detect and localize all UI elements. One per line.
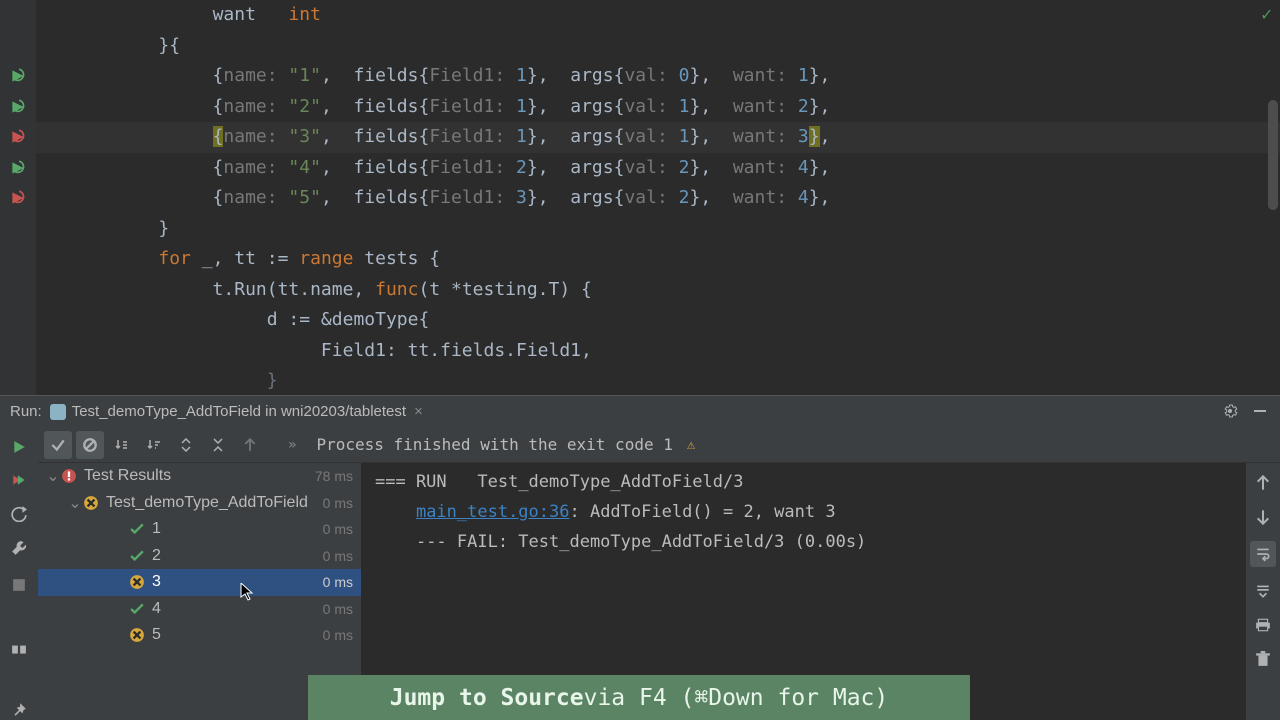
code-line[interactable]: {name: "5", fields{Field1: 3}, args{val:… — [36, 183, 1280, 214]
hint-bold: Jump to Source — [390, 685, 584, 711]
code-line[interactable]: {name: "3", fields{Field1: 1}, args{val:… — [36, 122, 1280, 153]
print-icon[interactable] — [1253, 615, 1273, 635]
collapse-all-icon[interactable] — [204, 431, 232, 459]
gutter-run-icon[interactable] — [0, 244, 36, 275]
gopher-icon — [50, 404, 66, 420]
tree-item[interactable]: 20 ms — [38, 543, 361, 570]
gutter-run-icon[interactable] — [0, 214, 36, 245]
editor-area: want int }{ {name: "1", fields{Field1: 1… — [0, 0, 1280, 395]
tree-item[interactable]: 10 ms — [38, 516, 361, 543]
console-msg: : AddToField() = 2, want 3 — [569, 502, 835, 522]
layout-icon[interactable] — [9, 639, 29, 659]
code-area[interactable]: want int }{ {name: "1", fields{Field1: 1… — [36, 0, 1280, 395]
tree-item[interactable]: 30 ms — [38, 569, 361, 596]
gutter-run-icon[interactable] — [0, 153, 36, 184]
code-line[interactable]: d := &demoType{ — [36, 305, 1280, 336]
pin-icon[interactable] — [9, 700, 29, 720]
code-line[interactable]: {name: "1", fields{Field1: 1}, args{val:… — [36, 61, 1280, 92]
sort-duration-icon[interactable] — [140, 431, 168, 459]
console-run-label: === RUN — [375, 472, 447, 492]
gutter-run-icon[interactable] — [0, 0, 36, 31]
gutter-run-icon[interactable] — [0, 366, 36, 397]
hint-banner: Jump to Source via F4 (⌘Down for Mac) — [308, 675, 970, 720]
run-left-toolbar — [0, 427, 38, 720]
gutter-run-icon[interactable] — [0, 305, 36, 336]
down-icon[interactable] — [1253, 507, 1273, 527]
stop-icon[interactable] — [9, 575, 29, 595]
soft-wrap-icon[interactable] — [1250, 541, 1276, 567]
console-right-toolbar — [1246, 463, 1280, 720]
scroll-end-icon[interactable] — [1253, 581, 1273, 601]
editor-gutter — [0, 0, 36, 395]
run-config-name[interactable]: Test_demoType_AddToField in wni20203/tab… — [72, 403, 406, 420]
code-line[interactable]: t.Run(tt.name, func(t *testing.T) { — [36, 275, 1280, 306]
console-fail: --- FAIL: Test_demoType_AddToField/3 (0.… — [416, 532, 866, 552]
run-icon[interactable] — [9, 437, 29, 457]
rerun-failed-icon[interactable] — [9, 471, 29, 491]
test-toolbar: » Process finished with the exit code 1 … — [38, 427, 1280, 463]
mouse-cursor — [240, 583, 254, 601]
gutter-run-icon[interactable] — [0, 61, 36, 92]
tree-item[interactable]: 40 ms — [38, 596, 361, 623]
hint-rest: via F4 (⌘Down for Mac) — [584, 685, 889, 711]
code-line[interactable]: } — [36, 366, 1280, 397]
gutter-run-icon[interactable] — [0, 122, 36, 153]
expand-all-icon[interactable] — [172, 431, 200, 459]
up-icon[interactable] — [1253, 473, 1273, 493]
source-link[interactable]: main_test.go:36 — [416, 502, 570, 522]
code-line[interactable]: {name: "4", fields{Field1: 2}, args{val:… — [36, 153, 1280, 184]
warning-icon[interactable]: ⚠ — [687, 437, 695, 453]
process-finished-msg: Process finished with the exit code 1 — [316, 435, 672, 454]
tree-suite[interactable]: ⌄Test_demoType_AddToField0 ms — [38, 490, 361, 517]
run-tool-header: Run: Test_demoType_AddToField in wni2020… — [0, 395, 1280, 427]
gutter-run-icon[interactable] — [0, 31, 36, 62]
prev-occurrence-icon[interactable] — [236, 431, 264, 459]
gutter-run-icon[interactable] — [0, 92, 36, 123]
inspection-ok-icon[interactable]: ✓ — [1261, 4, 1272, 25]
close-tab-icon[interactable]: × — [414, 403, 423, 420]
toggle-autotest-icon[interactable] — [9, 504, 29, 524]
code-line[interactable]: {name: "2", fields{Field1: 1}, args{val:… — [36, 92, 1280, 123]
minimize-icon[interactable] — [1252, 403, 1270, 421]
gutter-run-icon[interactable] — [0, 336, 36, 367]
tree-item[interactable]: 50 ms — [38, 622, 361, 649]
gear-icon[interactable] — [1222, 403, 1240, 421]
gutter-run-icon[interactable] — [0, 275, 36, 306]
scrollbar-thumb[interactable] — [1268, 100, 1278, 210]
show-passed-icon[interactable] — [44, 431, 72, 459]
sort-alpha-icon[interactable] — [108, 431, 136, 459]
tree-root[interactable]: ⌄Test Results78 ms — [38, 463, 361, 490]
code-line[interactable]: } — [36, 214, 1280, 245]
wrench-icon[interactable] — [9, 538, 29, 558]
gutter-run-icon[interactable] — [0, 183, 36, 214]
code-line[interactable]: Field1: tt.fields.Field1, — [36, 336, 1280, 367]
code-line[interactable]: want int — [36, 0, 1280, 31]
trash-icon[interactable] — [1253, 649, 1273, 669]
console-run-name: Test_demoType_AddToField/3 — [477, 472, 743, 492]
show-ignored-icon[interactable] — [76, 431, 104, 459]
code-line[interactable]: for _, tt := range tests { — [36, 244, 1280, 275]
code-line[interactable]: }{ — [36, 31, 1280, 62]
run-label: Run: — [10, 403, 42, 420]
